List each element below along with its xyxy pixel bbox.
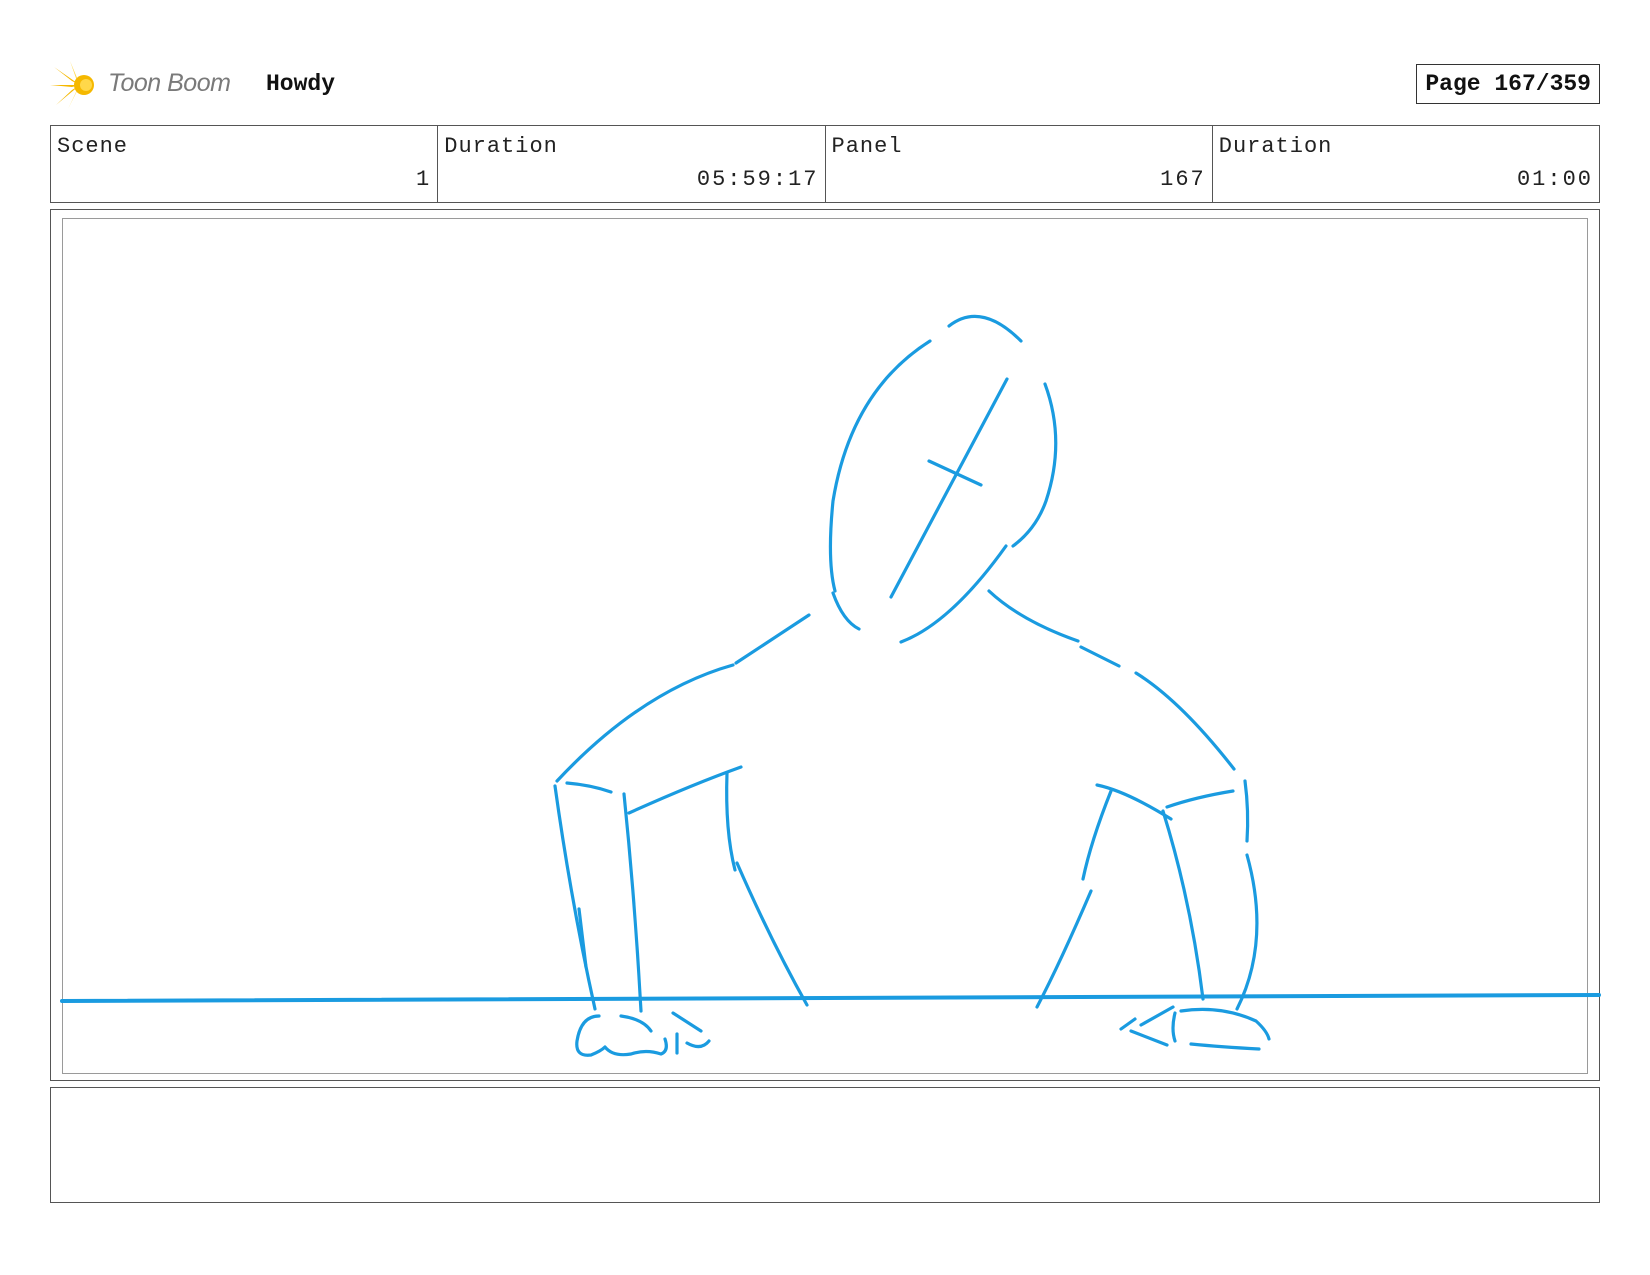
sketch-table-line xyxy=(60,993,1601,1003)
sketch-neck-right xyxy=(987,589,1080,643)
scene-value: 1 xyxy=(416,167,432,192)
sketch-left-upper-1 xyxy=(565,781,613,794)
panel-label: Panel xyxy=(831,134,903,159)
sketch-left-arm-outer xyxy=(553,784,597,1011)
sketch-right-arm-back xyxy=(1243,779,1250,843)
sketch-right-hand-top xyxy=(1179,1007,1271,1041)
sketch-right-finger-3 xyxy=(1139,1005,1175,1027)
panel-value: 167 xyxy=(1160,167,1206,192)
sketch-right-finger-2 xyxy=(1129,1029,1169,1047)
sketch-right-hand-bottom xyxy=(1189,1042,1261,1051)
sketch-neck-left xyxy=(734,613,811,665)
toon-boom-logo-icon xyxy=(50,61,94,109)
panel-cell: Panel 167 xyxy=(826,126,1213,202)
sketch-left-finger-3 xyxy=(685,1039,711,1049)
sketch-torso-left-down-2 xyxy=(735,861,809,1007)
sketch-right-arm-outer xyxy=(1081,789,1113,881)
sketch-shoulder-right-2 xyxy=(1134,671,1236,771)
panel-info-table: Scene 1 Duration 05:59:17 Panel 167 Dura… xyxy=(50,125,1600,203)
sketch-shoulder-right-1 xyxy=(1079,645,1121,668)
sketch-left-hand xyxy=(575,1014,668,1057)
logo-flare-icon xyxy=(50,61,94,109)
panel-duration-cell: Duration 01:00 xyxy=(1213,126,1599,202)
scene-label: Scene xyxy=(57,134,129,159)
sketch-torso-left-down xyxy=(725,771,737,872)
scene-duration-cell: Duration 05:59:17 xyxy=(438,126,826,202)
scene-cell: Scene 1 xyxy=(51,126,439,202)
sketch-shoulder-left xyxy=(555,663,735,783)
storyboard-sketch xyxy=(60,314,1601,1057)
panel-duration-value: 01:00 xyxy=(1516,167,1593,192)
page-header: Toon Boom Howdy Page 167/359 xyxy=(50,55,1600,115)
sketch-face-line-vertical xyxy=(889,377,1009,599)
sketch-right-upper-2 xyxy=(1165,789,1235,809)
sketch-left-torso xyxy=(627,765,743,815)
scene-duration-label: Duration xyxy=(444,134,558,159)
sketch-left-fingers xyxy=(619,1014,653,1033)
sketch-head-right xyxy=(1011,382,1058,548)
panel-notes-box xyxy=(50,1087,1600,1203)
project-title: Howdy xyxy=(266,71,336,97)
sketch-left-finger-2 xyxy=(671,1011,703,1033)
sketch-head-chin-left xyxy=(831,591,861,631)
toon-boom-logo: Toon Boom xyxy=(50,59,250,109)
sketch-right-finger-1 xyxy=(1171,1011,1177,1043)
sketch-left-arm-inner xyxy=(622,792,643,1013)
sketch-right-arm-outer-2 xyxy=(1035,889,1093,1009)
storyboard-panel-frame xyxy=(50,209,1601,1081)
sketch-face-line-horizontal xyxy=(927,459,983,487)
sketch-right-finger-4 xyxy=(1119,1017,1137,1031)
panel-duration-label: Duration xyxy=(1218,134,1333,159)
sketch-head-top xyxy=(947,314,1023,343)
sketch-right-arm-inner xyxy=(1161,809,1205,1001)
sketch-right-arm-back-2 xyxy=(1235,853,1259,1011)
logo-text: Toon Boom xyxy=(108,69,231,97)
scene-duration-value: 05:59:17 xyxy=(696,167,819,192)
page-number-box: Page 167/359 xyxy=(1416,64,1600,104)
page-number: Page 167/359 xyxy=(1425,71,1591,97)
